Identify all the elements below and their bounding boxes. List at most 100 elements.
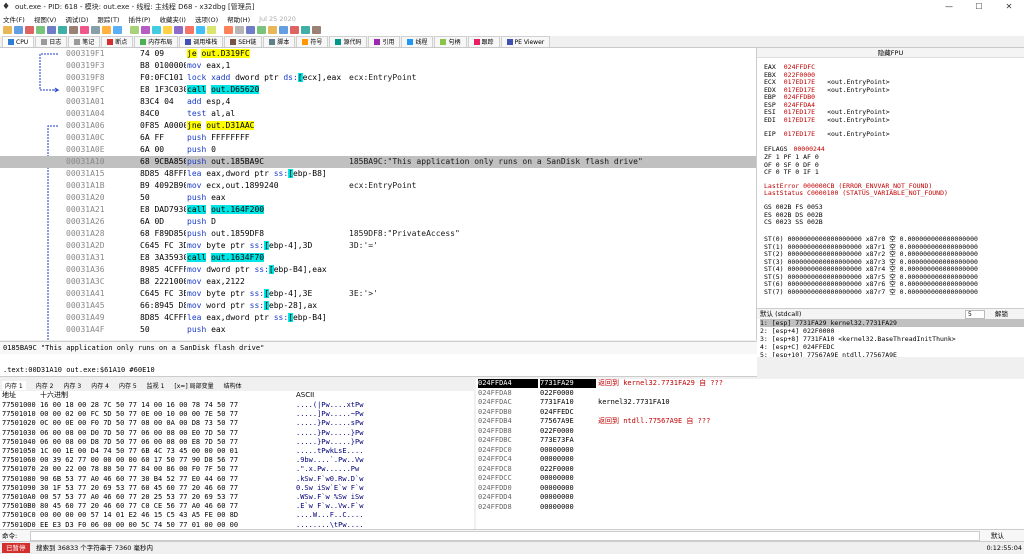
stack-row[interactable]: 024FFDB0 024FFEDC [476,408,1024,417]
tab-9[interactable]: 源代码 [329,36,368,47]
dump-tab-6[interactable]: [x=] 局部变量 [174,381,213,390]
toolbar-button-icon[interactable] [3,26,12,34]
stack-row[interactable]: 024FFDB8 022F0000 [476,427,1024,436]
registers-panel[interactable]: 隐藏FPU EAX 024FFDFC EBX 022F0000 ECX 017ED17E <… [757,48,1024,308]
disasm-row[interactable]: 00031A06 0F85 A0000000jne out.D31AAC [0,120,756,132]
stack-row[interactable]: 024FFDD0 00000000 [476,484,1024,493]
register-line[interactable]: EIP 017ED17E <out.EntryPoint> [764,131,890,138]
disasm-row[interactable]: 000319F8 F0:0FC101 lock xadd dword ptr ds:… [0,72,756,84]
menu-view[interactable]: 视图(V) [34,14,57,24]
tab-0[interactable]: CPU [2,36,35,47]
tab-13[interactable]: 跟踪 [467,36,500,47]
toolbar-button-icon[interactable] [301,26,310,34]
stack-row[interactable]: 024FFDBC 773E73FA [476,436,1024,445]
stack-row[interactable]: 024FFDA4 7731FA29 返回到 kernel32.7731FA29 自 … [476,379,1024,388]
disasm-row[interactable]: 00031A4F 50 push eax [0,324,756,336]
tab-5[interactable]: 调用堆栈 [179,36,224,47]
disasm-row[interactable]: 000319F1 74 09 je out.D319FC [0,48,756,60]
toolbar-button-icon[interactable] [14,26,23,34]
tab-14[interactable]: PE Viewer [500,36,551,47]
dump-tab-0[interactable]: 内存 1 [2,380,26,390]
disasm-row[interactable]: 00031A20 50 push eax [0,192,756,204]
toolbar-button-icon[interactable] [102,26,111,34]
toolbar-button-icon[interactable] [152,26,161,34]
dump-tab-1[interactable]: 内存 2 [36,381,54,390]
menu-help[interactable]: 帮助(H) [227,14,250,24]
disasm-row[interactable]: 00031A21 E8 DAD79300call out.164F200 [0,204,756,216]
toolbar-button-icon[interactable] [141,26,150,34]
stack-row[interactable]: 024FFDA8 022F0000 [476,389,1024,398]
tab-1[interactable]: 日志 [35,36,68,47]
disasm-row[interactable]: 00031A26 6A 0D push D [0,216,756,228]
callstack-arg-row[interactable]: 3: [esp+8] 7731FA10 <kernel32.BaseThread… [760,335,1024,343]
maximize-button[interactable]: ☐ [964,0,994,13]
stack-row[interactable]: 024FFDC0 00000000 [476,446,1024,455]
register-line[interactable]: EFLAGS 00000244 [764,146,825,153]
callstack-arg-row[interactable]: 5: [esp+10] 77567A9E ntdll.77567A9E [760,351,1024,357]
toolbar-button-icon[interactable] [163,26,172,34]
register-line[interactable]: EDI 017ED17E <out.EntryPoint> [764,116,890,124]
disasm-row[interactable]: 00031A0C 6A FF push FFFFFFFF [0,132,756,144]
toolbar-button-icon[interactable] [69,26,78,34]
command-input[interactable] [30,531,980,541]
menu-trace[interactable]: 跟踪(T) [97,14,119,24]
disasm-row[interactable]: 00031A28 68 F89D8501push out.1859DF8 1859D… [0,228,756,240]
disasm-row[interactable]: 00031A3C B8 22210000mov eax,2122 [0,276,756,288]
close-button[interactable]: ✕ [994,0,1024,13]
toolbar-button-icon[interactable] [47,26,56,34]
hide-fpu-toggle[interactable]: 隐藏FPU [757,48,1024,58]
dump-tab-4[interactable]: 内存 5 [119,381,137,390]
stack-row[interactable]: 024FFDC4 00000000 [476,455,1024,464]
disasm-row[interactable]: 00031A04 84C0 test al,al [0,108,756,120]
toolbar-button-icon[interactable] [235,26,244,34]
tab-11[interactable]: 线程 [401,36,434,47]
toolbar-button-icon[interactable] [185,26,194,34]
disasm-row[interactable]: 00031A31 E8 3A359300call out.1634F70 [0,252,756,264]
toolbar-button-icon[interactable] [257,26,266,34]
dump-tab-2[interactable]: 内存 3 [63,381,81,390]
callstack-arg-row[interactable]: 2: [esp+4] 022F0000 [760,327,1024,335]
disasm-row[interactable]: 00031A49 8D85 4CFFFFFFlea eax,dword ptr s… [0,312,756,324]
disasm-row[interactable]: 00031A10 68 9CBA8500push out.185BA9C 185BA… [0,156,756,168]
stack-row[interactable]: 024FFDB4 77567A9E 返回到 ntdll.77567A9E 自 ??? [476,417,1024,426]
toolbar-button-icon[interactable] [130,26,139,34]
toolbar-button-icon[interactable] [268,26,277,34]
tab-12[interactable]: 句柄 [434,36,467,47]
toolbar-button-icon[interactable] [246,26,255,34]
disassembly-view[interactable]: 000319F1 74 09 je out.D319FC 000319F3 B8 010… [0,48,757,340]
memory-dump[interactable]: 地址 十六进制 ASCII 77501000 16 00 18 00 28 7C … [0,391,474,529]
menu-debug[interactable]: 调试(D) [65,14,88,24]
stack-row[interactable]: 024FFDCC 00000000 [476,474,1024,483]
stack-row[interactable]: 024FFDD8 00000000 [476,503,1024,512]
tab-6[interactable]: SEH链 [224,36,263,47]
tab-8[interactable]: 符号 [296,36,329,47]
disasm-row[interactable]: 000319FC E8 1F3C0300call out.D65620 [0,84,756,96]
disasm-row[interactable]: 00031A1B B9 4092B901mov ecx,out.1899240 ec… [0,180,756,192]
register-line[interactable]: ST(7) 0000000000000000000 x87r7 空 0.0000… [764,288,978,296]
callstack-arg-row[interactable]: 4: [esp+C] 024FFEDC [760,343,1024,351]
stack-row[interactable]: 024FFDD4 00000000 [476,493,1024,502]
disasm-row[interactable]: 00031A15 8D85 48FFFFFFlea eax,dword ptr s… [0,168,756,180]
stack-view[interactable]: 024FFDA4 7731FA29 返回到 kernel32.7731FA29 自 … [476,379,1024,529]
disasm-row[interactable]: 00031A2D C645 FC 3D mov byte ptr ss:[ebp-4… [0,240,756,252]
disasm-row[interactable]: 00031A45 66:8945 D8 mov word ptr ss:[ebp-2… [0,300,756,312]
disasm-row[interactable]: 00031A41 C645 FC 3E mov byte ptr ss:[ebp-4… [0,288,756,300]
disasm-row[interactable]: 00031A36 8985 4CFFFFFFmov dword ptr ss:[e… [0,264,756,276]
dump-tab-5[interactable]: 监视 1 [147,381,165,390]
toolbar-button-icon[interactable] [290,26,299,34]
toolbar-button-icon[interactable] [196,26,205,34]
toolbar-button-icon[interactable] [80,26,89,34]
menu-plugins[interactable]: 插件(P) [128,14,150,24]
callstack-args[interactable]: 1: [esp] 7731FA29 kernel32.7731FA29 2: [e… [757,319,1024,357]
dump-tab-3[interactable]: 内存 4 [91,381,109,390]
toolbar-button-icon[interactable] [25,26,34,34]
toolbar-button-icon[interactable] [279,26,288,34]
callstack-arg-row[interactable]: 1: [esp] 7731FA29 kernel32.7731FA29 [760,319,1024,327]
dump-tab-7[interactable]: 结构体 [224,381,242,390]
register-line[interactable]: CS 0023 SS 002B [764,219,823,226]
menu-options[interactable]: 选项(O) [195,14,218,24]
toolbar-button-icon[interactable] [207,26,216,34]
toolbar-button-icon[interactable] [58,26,67,34]
stack-row[interactable]: 024FFDC8 022F0000 [476,465,1024,474]
register-line[interactable]: LastStatus C0000100 (STATUS_VARIABLE_NOT… [764,190,948,197]
